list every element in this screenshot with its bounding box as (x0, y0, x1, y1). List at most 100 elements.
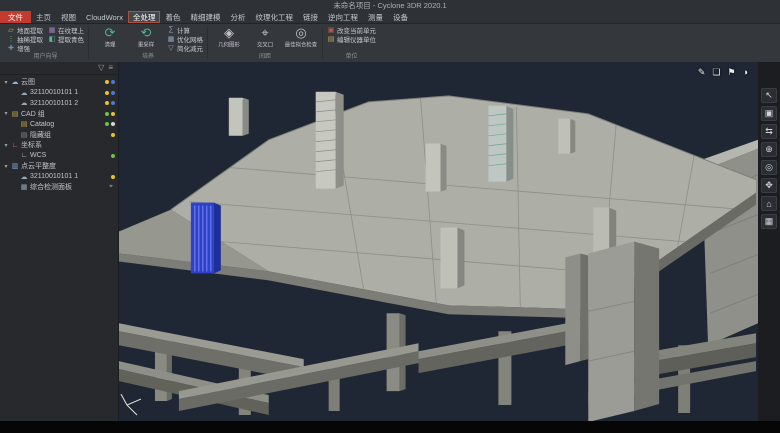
tab-analysis[interactable]: 分析 (225, 11, 250, 23)
annotate-tool[interactable]: ✎ (698, 67, 706, 78)
tool-icon: ✥ (765, 180, 773, 191)
tree-item-cloud-group[interactable]: ▾☁云图 (0, 77, 118, 88)
ribbon-tab-bar: 文件 主页视图 CloudWorx 全处理着色精细建模分析纹理化工程链接逆向工程测量… (0, 11, 780, 24)
tree-item-inspection-panel[interactable]: ▦综合检测面板⌖ (0, 182, 118, 193)
status-dot (111, 133, 115, 137)
tab-reverse-engineering[interactable]: 逆向工程 (323, 11, 363, 23)
status-dot (111, 175, 115, 179)
status-dots (105, 112, 118, 116)
tab-cloudworx[interactable]: CloudWorx (81, 11, 128, 23)
3d-viewport[interactable]: ✎ ❏ ⚑ ◑ (119, 62, 758, 421)
tab-color[interactable]: 着色 (160, 11, 185, 23)
tree-item-label: 云图 (21, 77, 101, 87)
item-type-icon: ▥ (11, 162, 19, 170)
status-dots (111, 175, 118, 179)
tab-survey[interactable]: 测量 (363, 11, 388, 23)
trailing-icon: ⌖ (109, 183, 113, 191)
tree-item-scan-2[interactable]: ☁32110010101 2 (0, 98, 118, 109)
tab-fine-modeling[interactable]: 精细建模 (185, 11, 225, 23)
expand-icon[interactable]: ▾ (3, 163, 9, 170)
label-tool[interactable]: ❏ (712, 67, 720, 78)
item-type-icon: ▦ (20, 183, 28, 191)
group-label: 用户向导 (7, 53, 84, 61)
enhance-button[interactable]: ✚增强 (7, 43, 43, 52)
tool-icon: ⌂ (766, 199, 771, 209)
filter-icon[interactable]: ▽ (98, 63, 104, 73)
tool-icon: ▣ (765, 108, 774, 119)
tab-process[interactable]: 全处理 (128, 11, 161, 23)
button-icon: ◎ (295, 25, 306, 40)
ribbon-tabs: 主页视图 CloudWorx 全处理着色精细建模分析纹理化工程链接逆向工程测量设备 (31, 11, 413, 23)
tree-item-label: 32110010101 2 (30, 100, 101, 107)
view-toolbar: ↖ ▣ ⇆ ⊕ ◎ ✥ ⌂ ▦ (758, 62, 780, 421)
select-tool[interactable]: ↖ (761, 88, 777, 103)
tab-label: 全处理 (133, 12, 156, 23)
expand-icon[interactable]: ▾ (3, 142, 9, 149)
application-window: 未命名项目 - Cyclone 3DR 2020.1 文件 主页视图 CloudW… (0, 0, 780, 433)
best-fit-check-button[interactable]: ◎最佳拟合检查 (284, 25, 318, 49)
tab-view[interactable]: 视图 (56, 11, 81, 23)
tab-label: 纹理化工程 (255, 12, 293, 23)
tree-item-catalog[interactable]: ▤Catalog (0, 119, 118, 130)
tab-label: 主页 (36, 12, 51, 23)
status-dot (111, 101, 115, 105)
tree-item-cad-group[interactable]: ▾▤CAD 组 (0, 109, 118, 120)
status-dot (111, 80, 115, 84)
tree-item-label: 综合检测面板 (30, 182, 107, 192)
button-icon: ⌖ (261, 25, 268, 40)
pan-tool[interactable]: ✥ (761, 178, 777, 193)
tree-item-label: Catalog (30, 121, 101, 128)
status-dot (111, 154, 115, 158)
clean-button[interactable]: ⟳清理 (93, 25, 127, 49)
tab-link[interactable]: 链接 (298, 11, 323, 23)
tab-texturing[interactable]: 纹理化工程 (250, 11, 298, 23)
status-dots (105, 122, 118, 126)
grid-view-tool[interactable]: ▦ (761, 214, 777, 229)
expand-icon[interactable]: ▾ (3, 110, 9, 117)
tab-home[interactable]: 主页 (31, 11, 56, 23)
panel-menu-icon[interactable]: ≡ (108, 63, 113, 73)
tree-item-wcs[interactable]: ∟WCS (0, 151, 118, 162)
button-icon: ▤ (327, 35, 335, 43)
button-icon: ◈ (224, 25, 234, 40)
tree-item-flatness-group[interactable]: ▾▥点云平整度 (0, 161, 118, 172)
tab-equipment[interactable]: 设备 (388, 11, 413, 23)
tab-label: 测量 (368, 12, 383, 23)
pan-horizontal-tool[interactable]: ⇆ (761, 124, 777, 139)
ribbon-group-inspection: ◈几何图形⌖交叉口◎最佳拟合检查 间距 (208, 25, 322, 61)
zoom-extents-tool[interactable]: ⊕ (761, 142, 777, 157)
item-type-icon: ▤ (20, 131, 28, 139)
tree-item-flatness-scan[interactable]: ☁32110010101 1 (0, 172, 118, 183)
resample-button[interactable]: ⟲重采样 (129, 25, 163, 49)
item-type-icon: ☁ (20, 173, 28, 181)
simplify-button[interactable]: ▽简化减元 (167, 43, 203, 52)
button-icon: ▣ (327, 26, 335, 34)
tree-item-hidden-group[interactable]: ▤隐藏组 (0, 130, 118, 141)
tree-item-scan-1[interactable]: ☁32110010101 1 (0, 88, 118, 99)
home-view-tool[interactable]: ⌂ (761, 196, 777, 211)
status-dots (111, 154, 118, 158)
edit-instrument-units-button[interactable]: ▤编辑仪器单位 (327, 34, 376, 43)
geometry-button[interactable]: ◈几何图形 (212, 25, 246, 49)
extract-cyan-button[interactable]: ◧提取青色 (48, 34, 84, 43)
expand-icon[interactable]: ▾ (3, 79, 9, 86)
titlebar: 未命名项目 - Cyclone 3DR 2020.1 (0, 0, 780, 11)
orbit-tool[interactable]: ◎ (761, 160, 777, 175)
button-icon: ▦ (48, 26, 56, 34)
button-icon: ⟲ (141, 25, 152, 40)
file-menu-button[interactable]: 文件 (0, 11, 31, 23)
tool-icon: ▦ (765, 216, 774, 227)
flag-tool[interactable]: ⚑ (727, 67, 735, 78)
intersection-button[interactable]: ⌖交叉口 (248, 25, 282, 49)
button-icon: ◧ (48, 35, 56, 43)
model-column-selected[interactable] (191, 203, 221, 274)
tab-label: 视图 (61, 12, 76, 23)
tab-label: 分析 (230, 12, 245, 23)
status-dot (105, 112, 109, 116)
tool-icon: ❏ (712, 67, 720, 77)
tree-item-coordinate-systems[interactable]: ▾∟坐标系 (0, 140, 118, 151)
tree-panel-header: ▽ ≡ (0, 62, 118, 75)
zoom-window-tool[interactable]: ▣ (761, 106, 777, 121)
tab-label: 精细建模 (190, 12, 220, 23)
shading-tool[interactable]: ◑ (743, 67, 748, 78)
